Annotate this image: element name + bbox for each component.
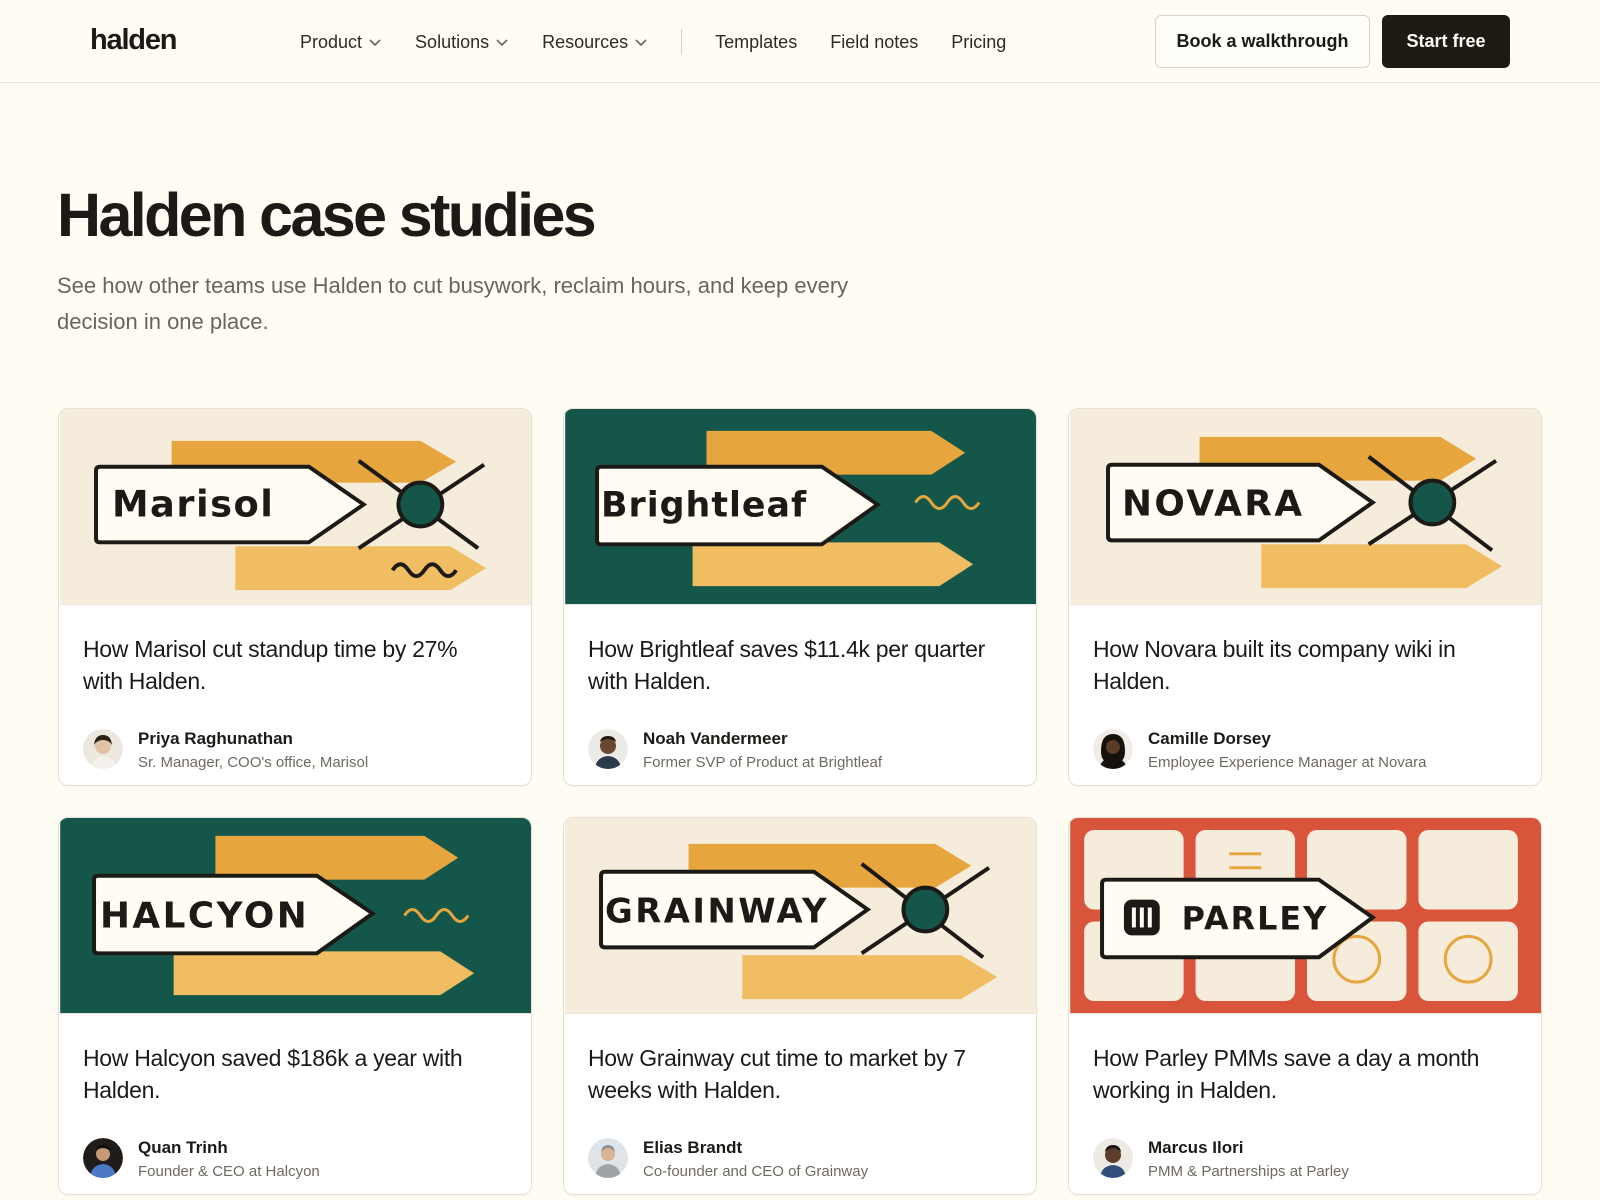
start-free-button[interactable]: Start free [1382, 15, 1510, 68]
parley-logo-icon [1123, 899, 1160, 936]
halcyon-wordmark: HALCYON [100, 895, 309, 936]
halcyon-cover-art: HALCYON [59, 818, 531, 1014]
grainway-wordmark: GRAINWAY [605, 891, 829, 930]
nav-field-notes[interactable]: Field notes [830, 32, 918, 53]
chevron-down-icon [635, 39, 647, 47]
person-name: Priya Raghunathan [138, 729, 293, 748]
person-role: PMM & Partnerships at Parley [1148, 1163, 1349, 1180]
nav-resources[interactable]: Resources [542, 32, 648, 53]
nav-pricing[interactable]: Pricing [951, 32, 1006, 53]
person-name: Noah Vandermeer [643, 729, 788, 748]
avatar [83, 1138, 123, 1178]
top-nav: halden Product Solutions Resources Templ… [0, 0, 1600, 83]
novara-wordmark: NOVARA [1122, 483, 1305, 524]
parley-cover-art: PARLEY [1069, 818, 1541, 1014]
person-name: Camille Dorsey [1148, 729, 1271, 748]
person-name: Elias Brandt [643, 1138, 743, 1157]
card-headline: How Parley PMMs save a day a month worki… [1093, 1045, 1480, 1103]
nav-product-label: Product [300, 31, 363, 52]
person-name: Marcus Ilori [1148, 1138, 1244, 1157]
avatar [83, 729, 123, 769]
avatar [588, 1138, 628, 1178]
chevron-down-icon [496, 39, 508, 47]
person-role: Founder & CEO at Halcyon [138, 1163, 320, 1180]
person-role: Co-founder and CEO of Grainway [643, 1163, 869, 1180]
card-headline: How Marisol cut standup time by 27% with… [83, 636, 458, 694]
nav-solutions[interactable]: Solutions [415, 32, 509, 53]
page-title: Halden case studies [57, 181, 597, 249]
grainway-cover-art: GRAINWAY [564, 818, 1036, 1014]
case-study-card-halcyon[interactable]: HALCYON How Halcyon saved $186k a year w… [58, 817, 532, 1195]
card-headline: How Brightleaf saves $11.4k per quarter … [588, 636, 985, 694]
brightleaf-wordmark: Brightleaf [601, 485, 807, 525]
nav-templates[interactable]: Templates [715, 32, 797, 53]
card-headline: How Grainway cut time to market by 7 wee… [588, 1045, 966, 1103]
brightleaf-cover-art: Brightleaf [564, 409, 1036, 605]
nav-links: Product Solutions Resources Templates Fi… [300, 29, 1039, 55]
novara-cover-art: NOVARA [1069, 409, 1541, 605]
book-walkthrough-button[interactable]: Book a walkthrough [1155, 15, 1370, 68]
case-study-card-parley[interactable]: PARLEY How Parley PMMs save a day a mont… [1068, 817, 1542, 1195]
person-role: Employee Experience Manager at Novara [1148, 754, 1427, 771]
nav-divider [681, 29, 683, 55]
avatar [588, 729, 628, 769]
case-study-card-novara[interactable]: NOVARA How Novara built its company wiki… [1068, 408, 1542, 786]
person-name: Quan Trinh [138, 1138, 228, 1157]
avatar [1093, 729, 1133, 769]
halden-logo[interactable]: halden [90, 24, 177, 57]
case-study-card-grainway[interactable]: GRAINWAY How Grainway cut time to market… [563, 817, 1037, 1195]
person-role: Sr. Manager, COO's office, Marisol [138, 754, 369, 771]
card-headline: How Halcyon saved $186k a year with Hald… [83, 1045, 463, 1103]
chevron-down-icon [369, 39, 381, 47]
parley-wordmark: PARLEY [1182, 899, 1329, 937]
marisol-wordmark: Marisol [112, 482, 274, 525]
nav-resources-label: Resources [542, 31, 629, 52]
person-role: Former SVP of Product at Brightleaf [643, 754, 882, 771]
card-headline: How Novara built its company wiki in Hal… [1093, 636, 1456, 694]
nav-product[interactable]: Product [300, 32, 382, 53]
case-study-card-brightleaf[interactable]: Brightleaf How Brightleaf saves $11.4k p… [563, 408, 1037, 786]
marisol-cover-art: Marisol [59, 409, 531, 605]
avatar [1093, 1138, 1133, 1178]
nav-solutions-label: Solutions [415, 31, 490, 52]
case-study-card-marisol[interactable]: Marisol How Marisol cut standup time by … [58, 408, 532, 786]
page-subtitle: See how other teams use Halden to cut bu… [57, 273, 849, 334]
